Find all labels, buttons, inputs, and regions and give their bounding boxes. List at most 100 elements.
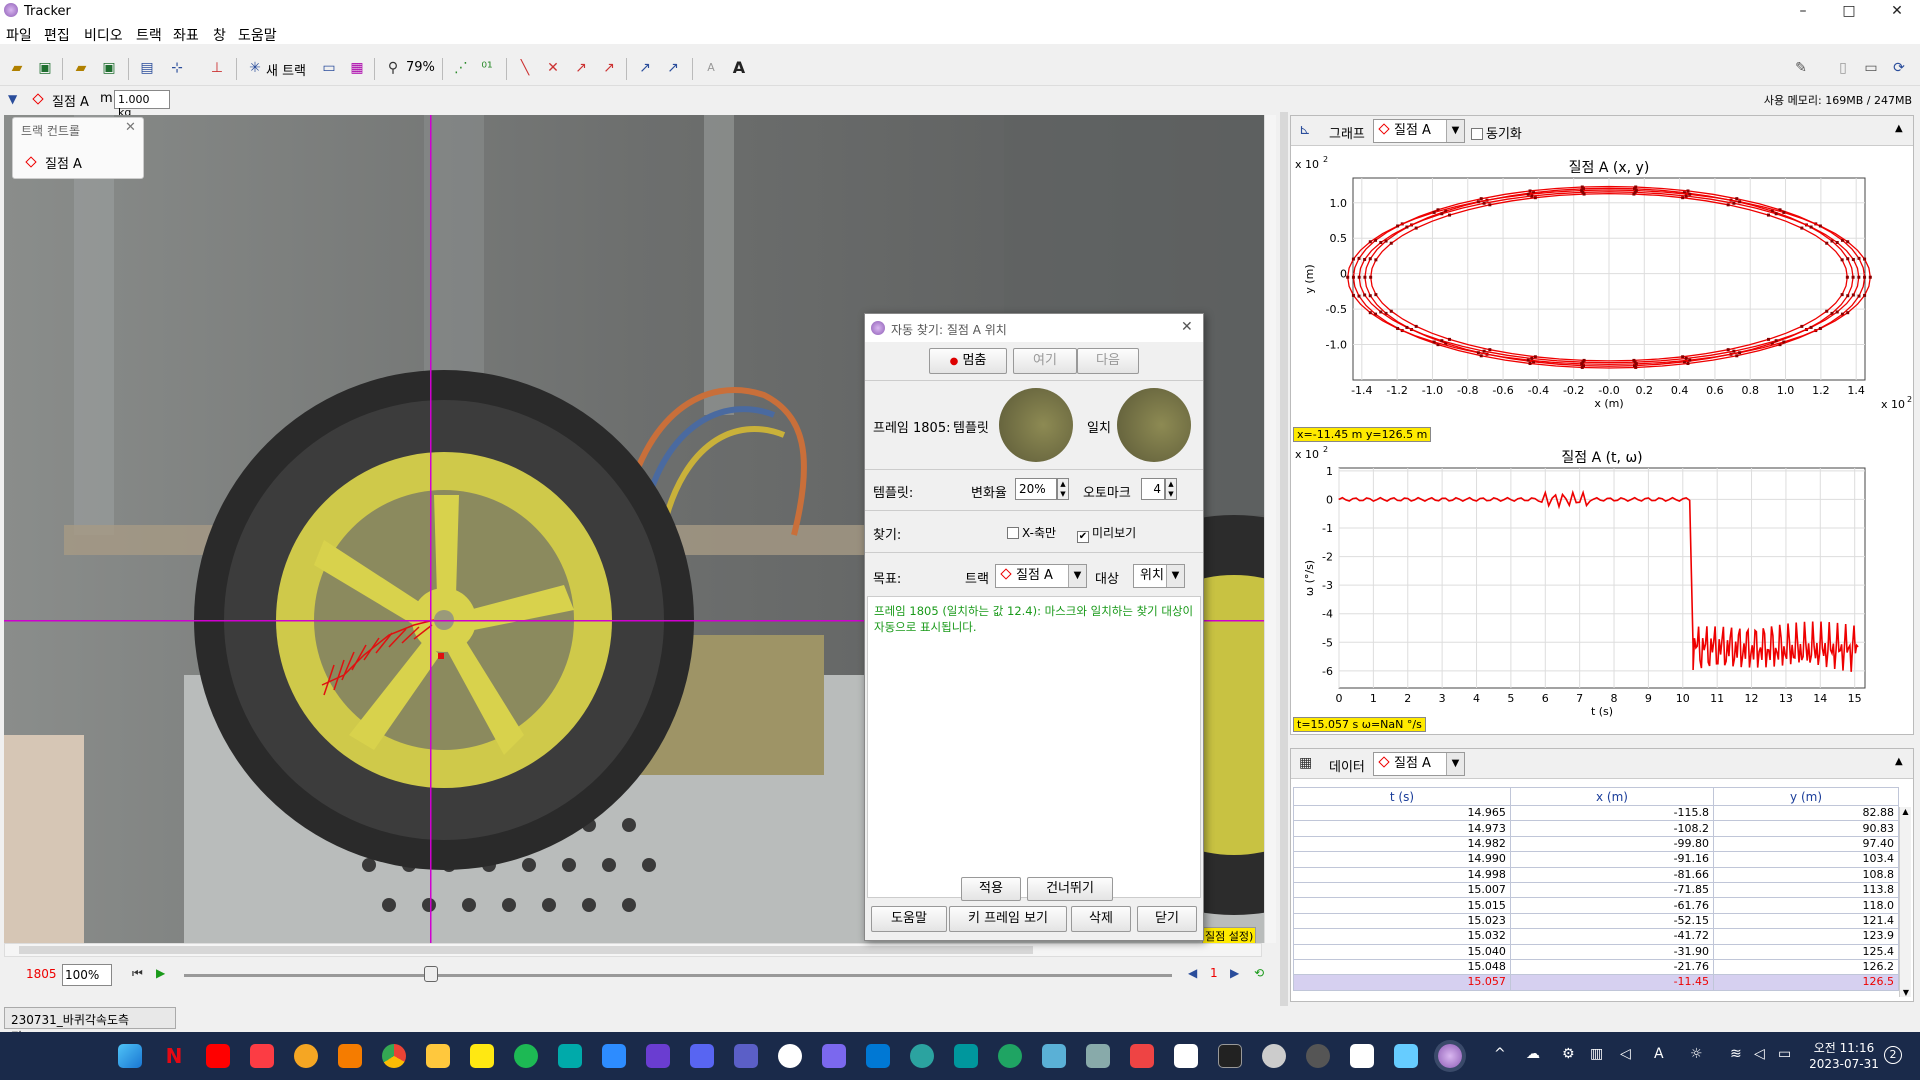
table-row[interactable]: 14.965 -115.8 82.88 — [1293, 804, 1899, 822]
table-cell[interactable]: 15.032 — [1293, 928, 1511, 945]
track-control-close-icon[interactable]: ✕ — [125, 120, 136, 135]
playback-slider-thumb[interactable] — [424, 966, 438, 982]
table-cell[interactable]: -61.76 — [1509, 897, 1715, 914]
brightness-icon[interactable]: ☼ — [1690, 1046, 1703, 1062]
explorer-icon[interactable] — [426, 1044, 450, 1068]
t-omega-plot[interactable]: 0 1 2 3 4 5 6 7 8 9 10 11 12 13 14 1510-1-2-3-4-5-6질점 A… — [1295, 445, 1866, 718]
sync-checkbox[interactable]: 동기화 — [1471, 123, 1522, 142]
table-cell[interactable]: -91.16 — [1509, 851, 1715, 868]
menu-video[interactable]: 비디오 — [84, 25, 123, 45]
export-icon[interactable]: ▣ — [98, 57, 120, 79]
spotify-icon[interactable] — [514, 1044, 538, 1068]
trail-icon[interactable]: ⋰ — [450, 57, 472, 79]
step-forward-icon[interactable]: ▶ — [1230, 966, 1239, 980]
office-icon[interactable] — [338, 1044, 362, 1068]
notion-icon[interactable] — [1174, 1044, 1198, 1068]
track-control-item[interactable]: 질점 A — [45, 153, 82, 172]
search-button[interactable]: 여기 — [1013, 348, 1077, 374]
search-app-icon[interactable] — [294, 1044, 318, 1068]
zoom-level[interactable]: 79% — [406, 60, 435, 75]
play-icon[interactable]: ▶ — [156, 966, 165, 980]
skip-button[interactable]: 건너뛰기 — [1027, 877, 1113, 901]
column-header-x[interactable]: x (m) — [1509, 787, 1715, 806]
calibration-icon[interactable]: ▦ — [346, 57, 368, 79]
table-cell[interactable]: 15.040 — [1293, 943, 1511, 960]
app6-icon[interactable] — [1130, 1044, 1154, 1068]
table-cell[interactable]: 103.4 — [1713, 851, 1899, 868]
table-row[interactable]: 15.048 -21.76 126.2 — [1293, 958, 1899, 976]
maximize-button[interactable]: □ — [1826, 0, 1872, 22]
zoom-app-icon[interactable] — [602, 1044, 626, 1068]
stop-button[interactable]: ● 멈춤 — [929, 348, 1007, 374]
minimize-button[interactable]: – — [1780, 0, 1826, 22]
clock-time[interactable]: 오전 11:16 — [1808, 1039, 1880, 1056]
velocity-icon[interactable]: ↗ — [570, 57, 592, 79]
open-icon[interactable]: ▰ — [6, 57, 28, 79]
table-cell[interactable]: 15.007 — [1293, 881, 1511, 899]
ime-indicator[interactable]: A — [1654, 1046, 1664, 1062]
kakaotalk-icon[interactable] — [470, 1044, 494, 1068]
preview-checkbox[interactable]: ✔ 미리보기 — [1077, 524, 1136, 543]
xaxis-only-checkbox[interactable]: X-축만 — [1007, 524, 1056, 541]
discord-icon[interactable] — [690, 1044, 714, 1068]
xy-plot[interactable]: -1.4 -1.2 -1.0 -0.8 -0.6 -0.4 -0.2 -0.0 0.2 0.4 0.… — [1295, 155, 1912, 411]
dialog-close-icon[interactable]: ✕ — [1181, 319, 1193, 335]
coord-axes-icon[interactable]: ⊹ — [166, 57, 188, 79]
delete-button[interactable]: 삭제 — [1071, 906, 1131, 932]
table-cell[interactable]: 14.982 — [1293, 835, 1511, 853]
wifi-icon[interactable]: ≋ — [1730, 1046, 1742, 1062]
data-table[interactable]: t (s) x (m) y (m) 14.965 -115.8 82.88 14.97… — [1293, 787, 1899, 991]
table-cell[interactable]: 118.0 — [1713, 897, 1899, 914]
arduino-icon[interactable] — [954, 1044, 978, 1068]
playback-slider[interactable] — [184, 974, 1172, 977]
table-cell[interactable]: 15.015 — [1293, 897, 1511, 914]
tracker-taskbar-icon[interactable] — [1438, 1044, 1462, 1068]
menu-help[interactable]: 도움말 — [238, 25, 277, 45]
table-cell[interactable]: -108.2 — [1509, 820, 1715, 837]
app4-icon[interactable] — [1042, 1044, 1066, 1068]
tray-chevron-icon[interactable]: ^ — [1494, 1046, 1506, 1062]
table-cell[interactable]: 15.048 — [1293, 958, 1511, 976]
edge-icon[interactable] — [910, 1044, 934, 1068]
video-vertical-scrollbar[interactable] — [1264, 115, 1276, 943]
table-cell[interactable]: 121.4 — [1713, 912, 1899, 930]
close-button[interactable]: ✕ — [1874, 0, 1920, 22]
tray-app-icon[interactable]: ⚙ — [1562, 1046, 1575, 1062]
rate-field[interactable]: 100% — [62, 964, 112, 986]
menu-window[interactable]: 창 — [213, 25, 226, 45]
table-cell[interactable]: -31.90 — [1509, 943, 1715, 960]
app3-icon[interactable] — [998, 1044, 1022, 1068]
music-icon[interactable] — [250, 1044, 274, 1068]
track-name[interactable]: 질점 A — [52, 91, 89, 110]
video-horizontal-scrollbar[interactable] — [4, 943, 1262, 957]
table-row[interactable]: 14.973 -108.2 90.83 — [1293, 820, 1899, 837]
rewind-icon[interactable]: ⏮ — [132, 966, 143, 981]
automark-field[interactable]: 4 — [1141, 478, 1165, 500]
table-cell[interactable]: -99.80 — [1509, 835, 1715, 853]
app5-icon[interactable] — [1086, 1044, 1110, 1068]
track-combo[interactable]: 질점 A ▼ — [995, 564, 1087, 588]
terminal-icon[interactable] — [1218, 1044, 1242, 1068]
teams-icon[interactable] — [734, 1044, 758, 1068]
table-cell[interactable]: 15.057 — [1293, 974, 1511, 991]
file-tab[interactable]: 230731_바퀴각속도측정.MP4 — [4, 1007, 176, 1044]
layout-icon[interactable]: ▭ — [1860, 57, 1882, 79]
app2-icon[interactable] — [822, 1044, 846, 1068]
start-icon[interactable] — [118, 1044, 142, 1068]
font-larger-icon[interactable]: A — [728, 57, 750, 79]
evolve-spinner[interactable]: ▲ ▼ — [1057, 478, 1069, 500]
accel-icon[interactable]: ↗ — [598, 57, 620, 79]
table-row[interactable]: 15.015 -61.76 118.0 — [1293, 897, 1899, 914]
table-cell[interactable]: -52.15 — [1509, 912, 1715, 930]
table-cell[interactable]: 14.998 — [1293, 866, 1511, 883]
mass-field[interactable]: 1.000 kg — [114, 90, 170, 119]
new-track-icon[interactable]: ✳ — [244, 57, 266, 79]
table-cell[interactable]: -41.72 — [1509, 928, 1715, 945]
step-back-icon[interactable]: ◀ — [1188, 966, 1197, 980]
app-icon[interactable] — [558, 1044, 582, 1068]
vector-sum-icon[interactable]: ↗ — [662, 57, 684, 79]
table-cell[interactable]: 113.8 — [1713, 881, 1899, 899]
track-menu-icon[interactable]: ▼ — [8, 92, 17, 106]
open-video-icon[interactable]: ▰ — [70, 57, 92, 79]
close-dialog-button[interactable]: 닫기 — [1137, 906, 1197, 932]
